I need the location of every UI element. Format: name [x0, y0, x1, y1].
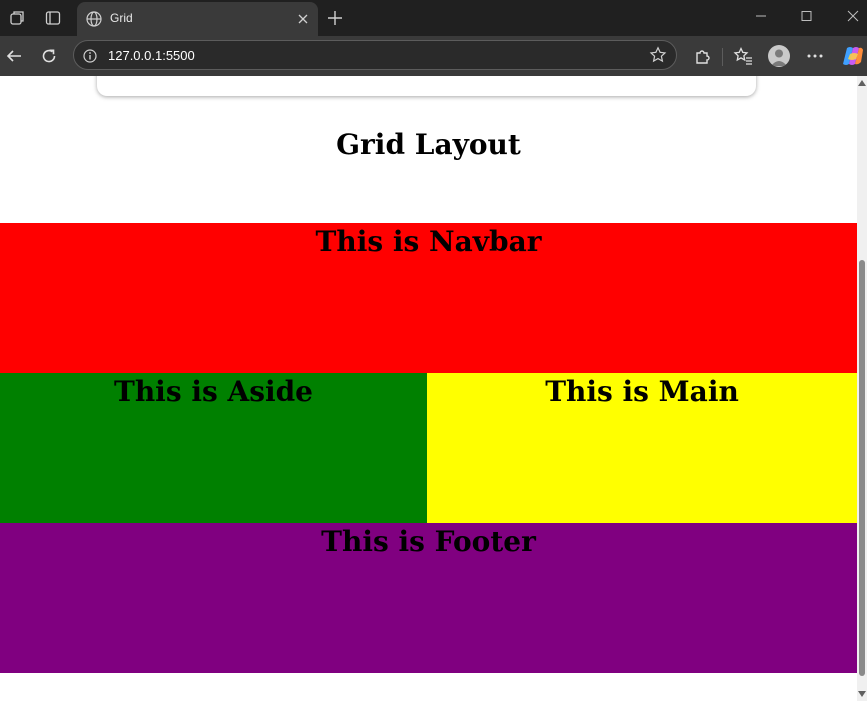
favorites-icon[interactable] [733, 46, 753, 66]
copilot-icon[interactable] [841, 45, 865, 67]
minimize-icon[interactable] [751, 8, 771, 28]
grid-aside: This is Aside [0, 373, 427, 523]
grid-navbar: This is Navbar [0, 223, 857, 373]
favorite-star-icon[interactable] [649, 46, 667, 64]
maximize-icon[interactable] [796, 8, 816, 28]
scroll-down-arrow-icon[interactable] [858, 691, 866, 697]
browser-title-bar: Grid [0, 0, 867, 36]
extensions-icon[interactable] [692, 46, 712, 66]
close-icon[interactable] [296, 11, 310, 25]
grid-main: This is Main [427, 373, 857, 523]
window-close-icon[interactable] [843, 8, 863, 28]
more-icon[interactable] [805, 46, 825, 66]
globe-icon [85, 10, 103, 28]
refresh-icon[interactable] [39, 46, 59, 66]
grid-container: This is Navbar This is Aside This is Mai… [0, 223, 857, 673]
page-viewport: Grid Layout This is Navbar This is Aside… [0, 76, 857, 701]
url-text[interactable]: 127.0.0.1:5500 [108, 48, 195, 63]
site-info-icon[interactable] [83, 48, 97, 63]
tab-title: Grid [110, 11, 133, 25]
page-title: Grid Layout [336, 128, 521, 161]
back-icon[interactable] [4, 46, 24, 66]
grid-footer: This is Footer [0, 523, 857, 673]
toolbar-divider [722, 48, 723, 66]
new-tab-icon[interactable] [326, 9, 344, 27]
scroll-up-arrow-icon[interactable] [858, 80, 866, 86]
tab-actions-icon[interactable] [43, 8, 63, 28]
vertical-scrollbar[interactable] [857, 76, 867, 701]
browser-toolbar: 127.0.0.1:5500 [0, 36, 867, 76]
tab-grid[interactable]: Grid [77, 2, 318, 36]
profile-avatar[interactable] [768, 45, 790, 67]
address-bar[interactable]: 127.0.0.1:5500 [73, 40, 677, 70]
scroll-thumb[interactable] [859, 260, 865, 676]
previous-card [97, 76, 756, 96]
workspaces-icon[interactable] [7, 8, 27, 28]
